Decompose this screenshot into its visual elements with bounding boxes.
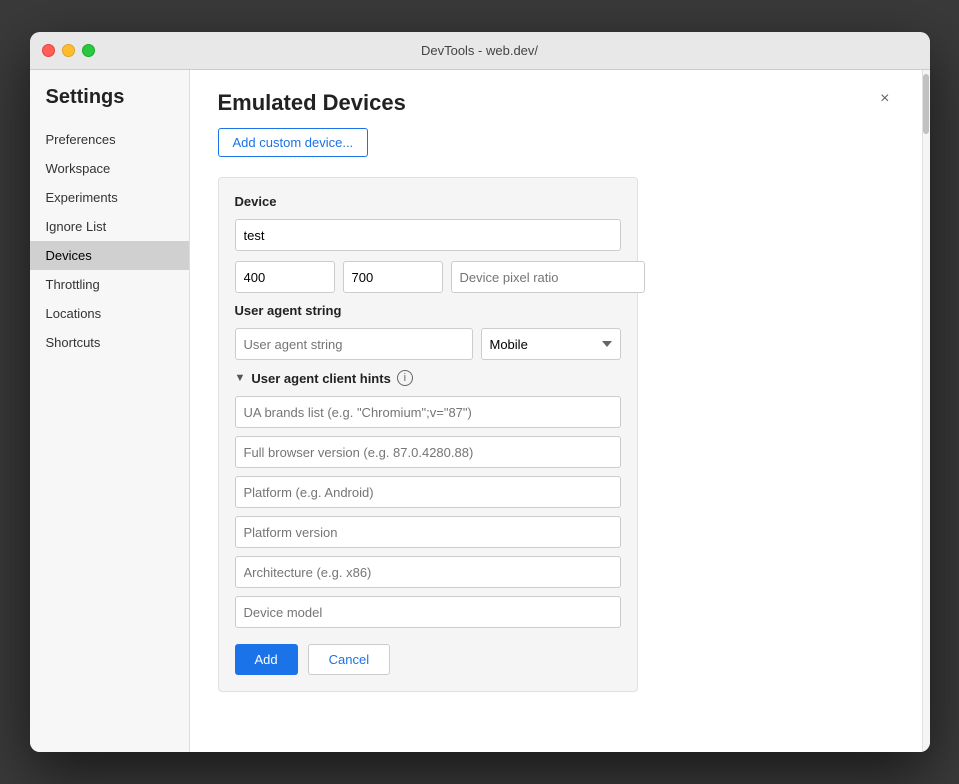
hints-fields <box>235 396 621 628</box>
device-name-row <box>235 219 621 251</box>
pixel-ratio-input[interactable] <box>451 261 645 293</box>
action-row: Add Cancel <box>235 644 621 675</box>
sidebar-item-preferences[interactable]: Preferences <box>30 125 189 154</box>
cancel-button[interactable]: Cancel <box>308 644 390 675</box>
hints-label: User agent client hints <box>251 371 390 386</box>
sidebar-item-locations[interactable]: Locations <box>30 299 189 328</box>
sidebar: Settings Preferences Workspace Experimen… <box>30 70 190 752</box>
width-input[interactable] <box>235 261 335 293</box>
add-custom-device-button[interactable]: Add custom device... <box>218 128 369 157</box>
scrollbar-track <box>922 70 930 752</box>
scrollbar-thumb[interactable] <box>923 74 929 134</box>
architecture-input[interactable] <box>235 556 621 588</box>
platform-version-input[interactable] <box>235 516 621 548</box>
devtools-window: DevTools - web.dev/ Settings Preferences… <box>30 32 930 752</box>
add-button[interactable]: Add <box>235 644 298 675</box>
sidebar-item-ignore-list[interactable]: Ignore List <box>30 212 189 241</box>
sidebar-item-throttling[interactable]: Throttling <box>30 270 189 299</box>
ua-section-label: User agent string <box>235 303 621 318</box>
hints-info-icon[interactable]: i <box>397 370 413 386</box>
device-section-label: Device <box>235 194 621 209</box>
hints-toggle-icon: ▼ <box>235 372 246 384</box>
sidebar-title: Settings <box>30 86 189 125</box>
close-button[interactable]: × <box>876 90 893 108</box>
minimize-traffic-light[interactable] <box>62 44 75 57</box>
page-title: Emulated Devices <box>218 90 406 116</box>
titlebar: DevTools - web.dev/ <box>30 32 930 70</box>
hints-header[interactable]: ▼ User agent client hints i <box>235 370 621 386</box>
height-input[interactable] <box>343 261 443 293</box>
ua-type-select[interactable]: Mobile Desktop <box>481 328 621 360</box>
dimensions-row <box>235 261 621 293</box>
traffic-lights <box>42 44 95 57</box>
ua-brands-input[interactable] <box>235 396 621 428</box>
content-area: Settings Preferences Workspace Experimen… <box>30 70 930 752</box>
sidebar-item-workspace[interactable]: Workspace <box>30 154 189 183</box>
sidebar-item-shortcuts[interactable]: Shortcuts <box>30 328 189 357</box>
main-header: Emulated Devices × <box>190 70 922 128</box>
close-traffic-light[interactable] <box>42 44 55 57</box>
full-browser-version-input[interactable] <box>235 436 621 468</box>
device-name-input[interactable] <box>235 219 621 251</box>
platform-input[interactable] <box>235 476 621 508</box>
sidebar-item-devices[interactable]: Devices <box>30 241 189 270</box>
device-model-input[interactable] <box>235 596 621 628</box>
main-panel: Emulated Devices × Add custom device... … <box>190 70 922 752</box>
window-title: DevTools - web.dev/ <box>421 43 538 58</box>
device-form: Device User agent string Mobi <box>218 177 638 692</box>
sidebar-item-experiments[interactable]: Experiments <box>30 183 189 212</box>
main-body: Add custom device... Device User agent s… <box>190 128 922 752</box>
ua-string-input[interactable] <box>235 328 473 360</box>
maximize-traffic-light[interactable] <box>82 44 95 57</box>
user-agent-row: Mobile Desktop <box>235 328 621 360</box>
